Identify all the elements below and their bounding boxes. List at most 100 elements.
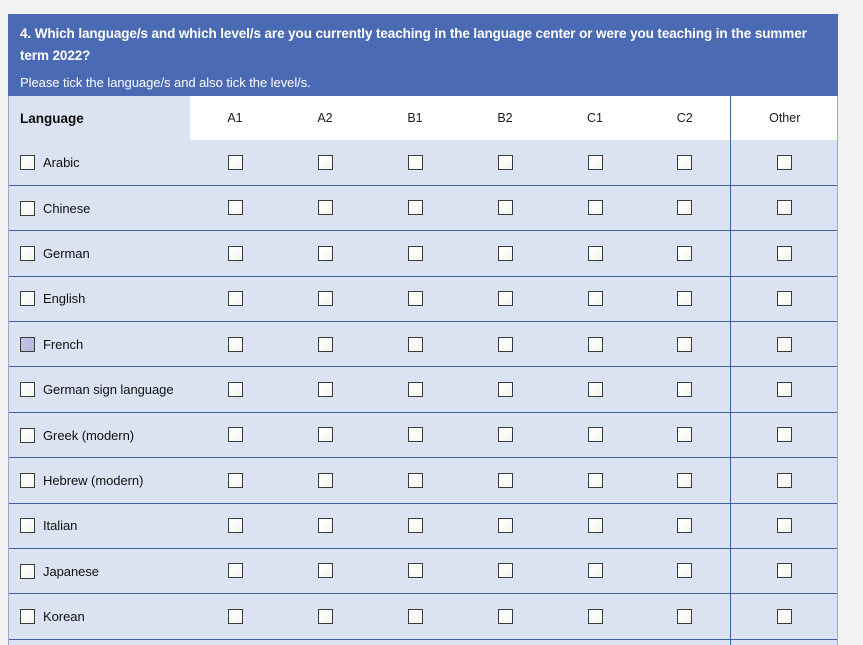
language-checkbox[interactable]: [20, 245, 35, 261]
language-checkbox[interactable]: [20, 154, 35, 170]
level-checkbox-c2[interactable]: [677, 472, 693, 488]
level-checkbox-a2[interactable]: [317, 245, 333, 261]
level-checkbox-a2[interactable]: [317, 336, 333, 352]
level-checkbox-a1[interactable]: [227, 518, 243, 534]
level-cell-b1: [370, 275, 460, 322]
level-checkbox-a1[interactable]: [227, 381, 243, 397]
level-checkbox-c2[interactable]: [677, 154, 693, 170]
level-checkbox-other[interactable]: [777, 427, 793, 443]
level-checkbox-c2[interactable]: [677, 563, 693, 579]
level-checkbox-b2[interactable]: [497, 472, 513, 488]
language-checkbox[interactable]: [20, 563, 35, 579]
level-checkbox-c2[interactable]: [677, 200, 693, 216]
language-checkbox[interactable]: [20, 336, 35, 352]
level-checkbox-c1[interactable]: [587, 154, 603, 170]
level-checkbox-b1[interactable]: [407, 291, 423, 307]
language-checkbox[interactable]: [20, 382, 35, 398]
language-checkbox[interactable]: [20, 518, 35, 534]
level-checkbox-other[interactable]: [777, 563, 793, 579]
level-checkbox-a1[interactable]: [227, 245, 243, 261]
level-checkbox-b1[interactable]: [407, 563, 423, 579]
level-checkbox-a2[interactable]: [317, 427, 333, 443]
level-checkbox-b1[interactable]: [407, 245, 423, 261]
level-checkbox-c1[interactable]: [587, 427, 603, 443]
level-checkbox-a2[interactable]: [317, 154, 333, 170]
level-checkbox-c2[interactable]: [677, 291, 693, 307]
level-checkbox-other[interactable]: [777, 472, 793, 488]
level-checkbox-a2[interactable]: [317, 200, 333, 216]
level-checkbox-other[interactable]: [777, 154, 793, 170]
level-checkbox-a1[interactable]: [227, 336, 243, 352]
level-checkbox-a1[interactable]: [227, 472, 243, 488]
level-cell-b1: [370, 411, 460, 458]
level-checkbox-c2[interactable]: [677, 245, 693, 261]
level-checkbox-other[interactable]: [777, 381, 793, 397]
level-cell-c1: [550, 366, 640, 413]
level-checkbox-b2[interactable]: [497, 336, 513, 352]
level-checkbox-a2[interactable]: [317, 472, 333, 488]
level-checkbox-a1[interactable]: [227, 291, 243, 307]
level-checkbox-b1[interactable]: [407, 336, 423, 352]
level-checkbox-b2[interactable]: [497, 381, 513, 397]
level-checkbox-other[interactable]: [777, 336, 793, 352]
level-checkbox-a1[interactable]: [227, 154, 243, 170]
level-checkbox-b2[interactable]: [497, 563, 513, 579]
column-header-c2: C2: [640, 96, 730, 140]
level-checkbox-b1[interactable]: [407, 608, 423, 624]
language-checkbox[interactable]: [20, 427, 35, 443]
level-checkbox-a2[interactable]: [317, 518, 333, 534]
level-checkbox-c2[interactable]: [677, 427, 693, 443]
level-checkbox-c2[interactable]: [677, 381, 693, 397]
level-checkbox-c1[interactable]: [587, 563, 603, 579]
level-checkbox-other[interactable]: [777, 518, 793, 534]
level-cell-a2: [280, 548, 370, 594]
level-cell-a2: [280, 638, 370, 645]
level-checkbox-a1[interactable]: [227, 608, 243, 624]
level-checkbox-c1[interactable]: [587, 200, 603, 216]
level-cell-other: [729, 366, 837, 413]
level-checkbox-a1[interactable]: [227, 563, 243, 579]
level-checkbox-b1[interactable]: [407, 472, 423, 488]
level-checkbox-b2[interactable]: [497, 245, 513, 261]
level-checkbox-c1[interactable]: [587, 336, 603, 352]
level-checkbox-c1[interactable]: [587, 291, 603, 307]
level-checkbox-c1[interactable]: [587, 472, 603, 488]
language-checkbox[interactable]: [20, 609, 35, 625]
level-checkbox-a2[interactable]: [317, 563, 333, 579]
level-checkbox-c1[interactable]: [587, 381, 603, 397]
level-checkbox-c1[interactable]: [587, 518, 603, 534]
level-checkbox-other[interactable]: [777, 291, 793, 307]
level-checkbox-other[interactable]: [777, 245, 793, 261]
level-checkbox-b2[interactable]: [497, 291, 513, 307]
matrix-head: Language A1 A2 B1 B2 C1 C2 Other: [9, 96, 837, 140]
level-checkbox-b2[interactable]: [497, 154, 513, 170]
level-checkbox-a2[interactable]: [317, 381, 333, 397]
level-checkbox-c2[interactable]: [677, 336, 693, 352]
level-checkbox-c2[interactable]: [677, 518, 693, 534]
level-checkbox-b1[interactable]: [407, 518, 423, 534]
level-checkbox-a1[interactable]: [227, 200, 243, 216]
level-checkbox-c2[interactable]: [677, 608, 693, 624]
level-checkbox-a2[interactable]: [317, 291, 333, 307]
level-checkbox-b2[interactable]: [497, 200, 513, 216]
matrix-row: French: [9, 321, 837, 367]
level-checkbox-b2[interactable]: [497, 427, 513, 443]
level-checkbox-other[interactable]: [777, 200, 793, 216]
level-checkbox-b1[interactable]: [407, 154, 423, 170]
level-checkbox-b2[interactable]: [497, 518, 513, 534]
level-checkbox-b2[interactable]: [497, 608, 513, 624]
level-checkbox-other[interactable]: [777, 608, 793, 624]
language-checkbox[interactable]: [20, 472, 35, 488]
level-checkbox-a2[interactable]: [317, 608, 333, 624]
level-cell-a1: [190, 457, 280, 504]
language-checkbox[interactable]: [20, 291, 35, 307]
level-checkbox-c1[interactable]: [587, 608, 603, 624]
level-checkbox-a1[interactable]: [227, 427, 243, 443]
level-checkbox-b1[interactable]: [407, 381, 423, 397]
language-label: English: [43, 291, 86, 307]
level-checkbox-b1[interactable]: [407, 200, 423, 216]
level-checkbox-c1[interactable]: [587, 245, 603, 261]
level-cell-other: [729, 411, 837, 458]
language-checkbox[interactable]: [20, 200, 35, 216]
level-checkbox-b1[interactable]: [407, 427, 423, 443]
